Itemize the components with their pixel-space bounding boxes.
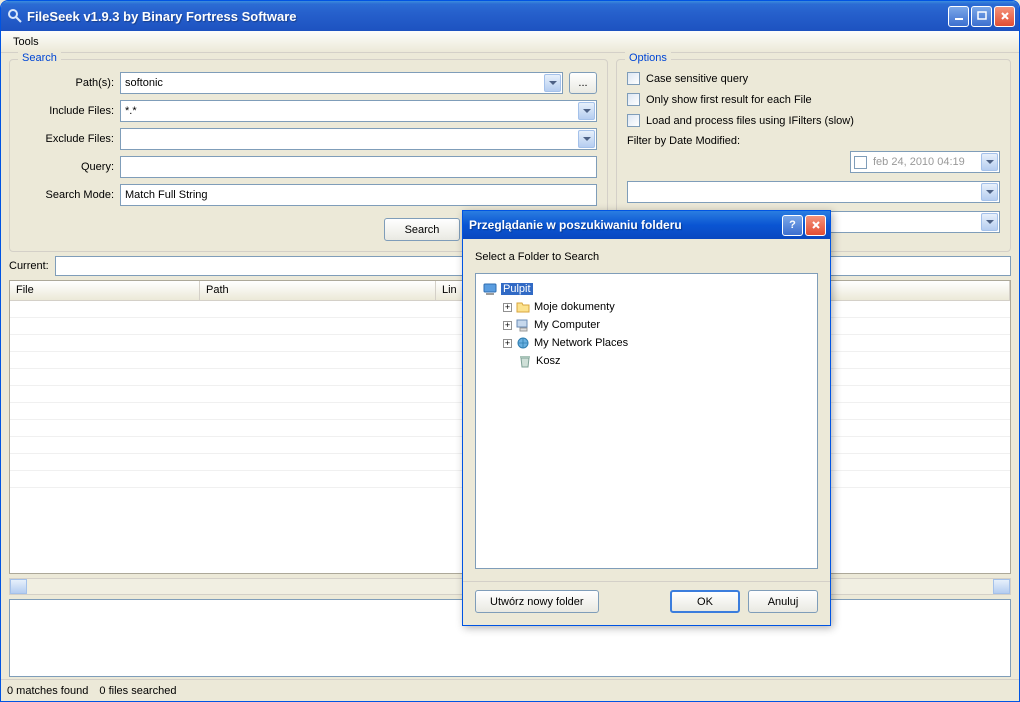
dialog-close-button[interactable] xyxy=(805,215,826,236)
include-value: *.* xyxy=(125,105,137,117)
chevron-down-icon[interactable] xyxy=(981,183,998,201)
query-combo[interactable] xyxy=(120,156,597,178)
maximize-button[interactable] xyxy=(971,6,992,27)
paths-dropdown-icon[interactable] xyxy=(544,74,561,92)
window-title: FileSeek v1.9.3 by Binary Fortress Softw… xyxy=(27,9,948,24)
folder-icon xyxy=(515,299,531,315)
statusbar: 0 matches found 0 files searched xyxy=(1,679,1019,701)
filter-date-label: Filter by Date Modified: xyxy=(627,135,1000,147)
paths-label: Path(s): xyxy=(20,77,120,89)
expander-icon[interactable]: + xyxy=(503,303,512,312)
computer-icon xyxy=(515,317,531,333)
cancel-button[interactable]: Anuluj xyxy=(748,590,818,613)
browse-button[interactable]: ... xyxy=(569,72,597,94)
include-label: Include Files: xyxy=(20,105,120,117)
dialog-instruction: Select a Folder to Search xyxy=(475,251,818,263)
mode-label: Search Mode: xyxy=(20,189,120,201)
date-check[interactable] xyxy=(854,156,867,169)
exclude-dropdown-icon[interactable] xyxy=(578,130,595,148)
menubar: Tools xyxy=(1,31,1019,53)
paths-combo[interactable]: softonic xyxy=(120,72,563,94)
tree-root[interactable]: Pulpit xyxy=(482,280,811,298)
tree-item-docs[interactable]: + Moje dokumenty xyxy=(482,298,811,316)
date-from-combo[interactable]: feb 24, 2010 04:19 xyxy=(850,151,1000,173)
titlebar[interactable]: FileSeek v1.9.3 by Binary Fortress Softw… xyxy=(1,1,1019,31)
desktop-icon xyxy=(482,281,498,297)
search-button[interactable]: Search xyxy=(384,218,460,241)
search-legend: Search xyxy=(18,52,61,64)
include-combo[interactable]: *.* xyxy=(120,100,597,122)
expander-icon[interactable]: + xyxy=(503,339,512,348)
column-path[interactable]: Path xyxy=(200,281,436,300)
exclude-label: Exclude Files: xyxy=(20,133,120,145)
query-label: Query: xyxy=(20,161,120,173)
app-icon xyxy=(7,8,23,24)
network-icon xyxy=(515,335,531,351)
close-button[interactable] xyxy=(994,6,1015,27)
status-matches: 0 matches found xyxy=(7,685,88,697)
column-file[interactable]: File xyxy=(10,281,200,300)
mode-value: Match Full String xyxy=(125,189,208,201)
tree-item-trash[interactable]: Kosz xyxy=(482,352,811,370)
ifilters-label: Load and process files using IFilters (s… xyxy=(646,115,854,127)
trash-icon xyxy=(517,353,533,369)
option-combo-1[interactable] xyxy=(627,181,1000,203)
options-legend: Options xyxy=(625,52,671,64)
expander-icon[interactable]: + xyxy=(503,321,512,330)
tree-item-computer[interactable]: + My Computer xyxy=(482,316,811,334)
first-result-checkbox[interactable] xyxy=(627,93,640,106)
mode-combo[interactable]: Match Full String xyxy=(120,184,597,206)
scroll-right-icon[interactable] xyxy=(993,579,1010,594)
exclude-combo[interactable] xyxy=(120,128,597,150)
case-sensitive-checkbox[interactable] xyxy=(627,72,640,85)
tree-item-network[interactable]: + My Network Places xyxy=(482,334,811,352)
paths-value: softonic xyxy=(125,77,163,89)
dialog-help-button[interactable]: ? xyxy=(782,215,803,236)
ifilters-checkbox[interactable] xyxy=(627,114,640,127)
case-sensitive-label: Case sensitive query xyxy=(646,73,748,85)
current-label: Current: xyxy=(9,260,49,272)
folder-tree[interactable]: Pulpit + Moje dokumenty + My Computer + … xyxy=(475,273,818,569)
menu-tools[interactable]: Tools xyxy=(5,33,47,51)
folder-browse-dialog: Przeglądanie w poszukiwaniu folderu ? Se… xyxy=(462,210,831,626)
date-value: feb 24, 2010 04:19 xyxy=(873,156,965,168)
scroll-left-icon[interactable] xyxy=(10,579,27,594)
dialog-title: Przeglądanie w poszukiwaniu folderu xyxy=(469,218,782,232)
status-files: 0 files searched xyxy=(99,685,176,697)
minimize-button[interactable] xyxy=(948,6,969,27)
date-dropdown-icon[interactable] xyxy=(981,153,998,171)
include-dropdown-icon[interactable] xyxy=(578,102,595,120)
first-result-label: Only show first result for each File xyxy=(646,94,812,106)
new-folder-button[interactable]: Utwórz nowy folder xyxy=(475,590,599,613)
chevron-down-icon[interactable] xyxy=(981,213,998,231)
ok-button[interactable]: OK xyxy=(670,590,740,613)
